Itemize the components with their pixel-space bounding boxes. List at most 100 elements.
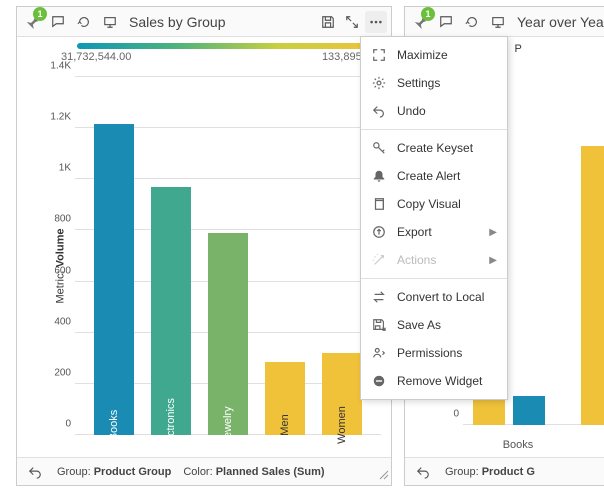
menu-item-copy-visual[interactable]: Copy Visual [361, 190, 507, 218]
bar-wrap: Jewelry [205, 77, 251, 435]
chevron-right-icon: ▶ [489, 255, 497, 266]
wand-icon [371, 253, 387, 267]
gear-icon [371, 76, 387, 90]
comment-icon[interactable] [47, 11, 69, 33]
copy-icon [371, 197, 387, 211]
bar[interactable]: Books [94, 124, 134, 435]
pin-badge: 1 [421, 7, 435, 21]
menu-item-label: Permissions [397, 346, 462, 360]
menu-item-label: Save As [397, 318, 441, 332]
bar[interactable]: Jewelry [208, 233, 248, 435]
menu-item-label: Export [397, 225, 432, 239]
menu-item-settings[interactable]: Settings [361, 69, 507, 97]
export-icon [371, 225, 387, 239]
menu-item-undo[interactable]: Undo [361, 97, 507, 125]
bar-label: Women [336, 406, 348, 444]
y-tick: 1.4K [43, 61, 71, 72]
undo-icon [371, 104, 387, 118]
y-tick: 1.2K [43, 112, 71, 123]
bar-label: Men [279, 414, 291, 435]
bars-container: Books Electronics Jewelry Men Women [85, 77, 371, 435]
save-icon[interactable] [317, 11, 339, 33]
bar[interactable]: Women [322, 353, 362, 435]
footer-group: Group: Product Group [57, 466, 171, 478]
menu-item-label: Undo [397, 104, 426, 118]
menu-item-permissions[interactable]: Permissions [361, 339, 507, 367]
maximize-icon [371, 48, 387, 62]
menu-item-label: Actions [397, 253, 436, 267]
chevron-right-icon: ▶ [489, 227, 497, 238]
undo-icon[interactable] [413, 465, 433, 479]
menu-item-actions: Actions ▶ [361, 246, 507, 274]
widget-sales-by-group: 1 Sales by Group 31,732,544.00 133, [16, 6, 392, 486]
key-icon [371, 141, 387, 155]
comment-icon[interactable] [435, 11, 457, 33]
bar-label: Books [108, 410, 120, 441]
bar-wrap: Men [262, 77, 308, 435]
refresh-icon[interactable] [461, 11, 483, 33]
menu-item-label: Convert to Local [397, 290, 484, 304]
y-tick: 0 [43, 419, 71, 430]
presentation-icon[interactable] [99, 11, 121, 33]
footer-group: Group: Product G [445, 466, 535, 478]
color-scale-labels: 31,732,544.00 133,895,92 [17, 49, 391, 63]
bar-wrap: Women [319, 77, 365, 435]
widget-footer: Group: Product G [405, 457, 604, 485]
remove-icon [371, 374, 387, 388]
widget-title: Year over Year [513, 14, 604, 30]
color-scale-min: 31,732,544.00 [61, 51, 131, 63]
refresh-icon[interactable] [73, 11, 95, 33]
bar [513, 396, 545, 425]
menu-item-save-as[interactable]: Save As [361, 311, 507, 339]
saveas-icon [371, 318, 387, 332]
menu-item-label: Create Keyset [397, 141, 473, 155]
undo-icon[interactable] [25, 465, 45, 479]
bar[interactable]: Men [265, 362, 305, 435]
expand-icon[interactable] [341, 11, 363, 33]
menu-item-export[interactable]: Export ▶ [361, 218, 507, 246]
menu-item-remove-widget[interactable]: Remove Widget [361, 367, 507, 395]
menu-item-label: Maximize [397, 48, 448, 62]
bar[interactable]: Electronics [151, 187, 191, 435]
resize-grip-icon[interactable] [377, 468, 389, 483]
menu-item-convert-to-local[interactable]: Convert to Local [361, 283, 507, 311]
y-tick: 600 [43, 265, 71, 276]
pin-icon[interactable]: 1 [21, 11, 43, 33]
bar [581, 146, 604, 425]
menu-item-label: Settings [397, 76, 440, 90]
menu-item-maximize[interactable]: Maximize [361, 41, 507, 69]
more-icon[interactable] [365, 11, 387, 33]
y-tick: 400 [43, 316, 71, 327]
pin-icon[interactable]: 1 [409, 11, 431, 33]
bar-wrap: Books [91, 77, 137, 435]
footer-color: Color: Planned Sales (Sum) [183, 466, 324, 478]
perm-icon [371, 346, 387, 360]
y-tick: 800 [43, 214, 71, 225]
bar-label: Electronics [165, 398, 177, 452]
widget-toolbar: 1 Year over Year [405, 7, 604, 37]
convert-icon [371, 290, 387, 304]
chart-area: Metric: Volume 0 200 400 600 800 1K 1.2K… [17, 77, 391, 455]
y-tick: 1K [43, 163, 71, 174]
widget-footer: Group: Product Group Color: Planned Sale… [17, 457, 391, 485]
widget-toolbar: 1 Sales by Group [17, 7, 391, 37]
menu-separator [361, 278, 507, 279]
menu-item-create-keyset[interactable]: Create Keyset [361, 134, 507, 162]
bell-icon [371, 169, 387, 183]
x-label: Jew [573, 439, 604, 451]
y-tick: 0 [431, 409, 459, 420]
legend-label: P [515, 43, 522, 55]
bar-label: Jewelry [222, 406, 234, 443]
widget-title: Sales by Group [125, 14, 313, 30]
menu-item-label: Copy Visual [397, 197, 461, 211]
menu-item-label: Remove Widget [397, 374, 482, 388]
pin-badge: 1 [33, 7, 47, 21]
widget-context-menu: Maximize Settings Undo Create Keyset Create … [360, 36, 508, 400]
plot: 0 200 400 600 800 1K 1.2K 1.4K BooksElec… [75, 77, 381, 435]
x-axis-labels: Books Jew [463, 439, 604, 451]
y-tick: 200 [43, 367, 71, 378]
menu-item-create-alert[interactable]: Create Alert [361, 162, 507, 190]
menu-item-label: Create Alert [397, 169, 460, 183]
bar-wrap: Electronics [148, 77, 194, 435]
presentation-icon[interactable] [487, 11, 509, 33]
